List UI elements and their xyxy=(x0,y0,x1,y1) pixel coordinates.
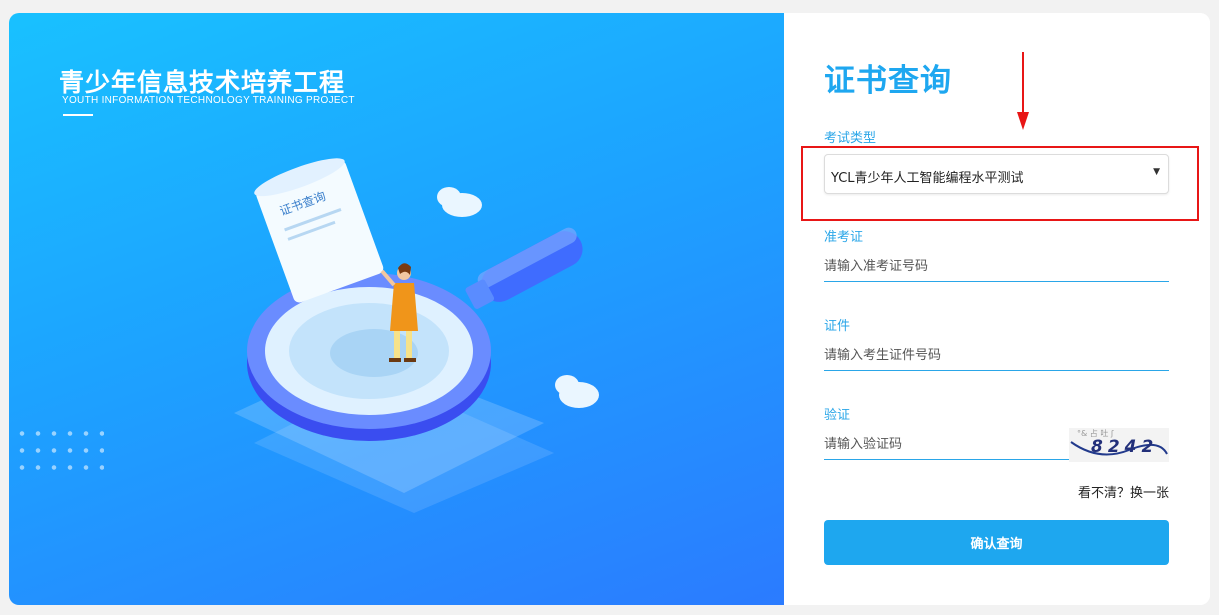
hero-banner: 青少年信息技术培养工程 YOUTH INFORMATION TECHNOLOGY… xyxy=(9,13,784,605)
query-form-panel: 证书查询 考试类型 YCL青少年人工智能编程水平测试 ▼ 准考证 证件 验证 °… xyxy=(784,13,1210,605)
captcha-code: 8242 xyxy=(1091,437,1158,457)
cloud-icon xyxy=(555,375,599,408)
magnifier-illustration: 证书查询 xyxy=(234,158,599,513)
id-number-input[interactable] xyxy=(824,341,1169,370)
form-title: 证书查询 xyxy=(824,63,952,99)
captcha-image[interactable]: °& 占 吐 ʃ 8242 xyxy=(1069,428,1169,462)
dot-pattern xyxy=(14,425,104,475)
confirm-query-button[interactable]: 确认查询 xyxy=(824,520,1169,565)
annotation-arrow-line xyxy=(1022,52,1024,114)
annotation-arrow-icon xyxy=(1017,112,1029,130)
login-card: 青少年信息技术培养工程 YOUTH INFORMATION TECHNOLOGY… xyxy=(9,13,1210,605)
cloud-icon xyxy=(437,187,482,217)
captcha-field-wrap: °& 占 吐 ʃ 8242 xyxy=(824,428,1169,462)
captcha-label: 验证 xyxy=(824,408,851,423)
admission-number-input[interactable] xyxy=(824,252,1169,281)
brand-divider xyxy=(63,114,93,116)
admission-label: 准考证 xyxy=(824,230,864,245)
brand-subtitle: YOUTH INFORMATION TECHNOLOGY TRAINING PR… xyxy=(62,95,355,106)
refresh-captcha-link[interactable]: 看不清？换一张 xyxy=(1078,482,1169,501)
exam-type-label: 考试类型 xyxy=(824,131,877,146)
captcha-input[interactable] xyxy=(824,430,1064,459)
brand-title: 青少年信息技术培养工程 xyxy=(59,68,346,97)
admission-field-wrap xyxy=(824,252,1169,282)
id-field-wrap xyxy=(824,341,1169,371)
annotation-highlight-box xyxy=(801,146,1199,221)
id-label: 证件 xyxy=(824,319,851,334)
